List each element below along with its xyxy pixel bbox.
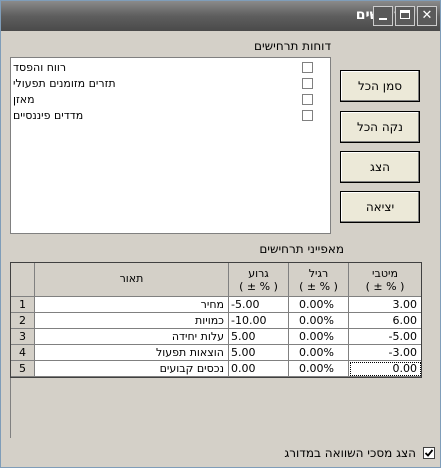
row-number: 3 bbox=[11, 329, 35, 345]
report-item-label: מאזן bbox=[13, 93, 35, 106]
cell-description[interactable]: מחיר bbox=[35, 297, 229, 313]
cell-worst[interactable]: -5.00 bbox=[229, 297, 289, 313]
report-checkbox[interactable] bbox=[302, 110, 313, 121]
scenario-params-grid: תאור גרוע ( ± % ) רגיל ( ± % ) מיטבי ( ±… bbox=[10, 262, 422, 378]
cell-worst[interactable]: 5.00 bbox=[229, 329, 289, 345]
close-button[interactable]: ✕ bbox=[417, 6, 437, 26]
close-icon: ✕ bbox=[421, 8, 433, 23]
cell-description[interactable]: הוצאות תפעול bbox=[35, 345, 229, 361]
cell-best[interactable]: -5.00 bbox=[349, 329, 421, 345]
cell-worst[interactable]: 0.00 bbox=[229, 361, 289, 377]
params-group-title: מאפייני תרחישים bbox=[259, 242, 344, 256]
col-header-worst-label: גרוע bbox=[248, 267, 269, 280]
col-header-worst-unit: ( ± % ) bbox=[239, 280, 278, 293]
compare-label: הצג מסכי השוואה במדורג bbox=[284, 446, 416, 460]
report-item-label: רווח והפסד bbox=[13, 61, 67, 74]
maximize-button[interactable] bbox=[395, 6, 415, 26]
report-item-label: תזרים מזומנים תפעולי bbox=[13, 77, 116, 90]
cell-description[interactable]: כמויות bbox=[35, 313, 229, 329]
minimize-icon bbox=[379, 18, 387, 20]
minimize-button[interactable] bbox=[373, 6, 393, 26]
col-header-normal[interactable]: רגיל ( ± % ) bbox=[289, 263, 349, 297]
exit-button[interactable]: יציאה bbox=[340, 191, 420, 223]
row-number: 5 bbox=[11, 361, 35, 377]
title-bar[interactable]: MP תרחישים ✕ bbox=[1, 1, 440, 31]
compare-checkbox[interactable] bbox=[423, 447, 435, 459]
clear-all-button[interactable]: נקה הכל bbox=[340, 111, 420, 143]
report-item-balance-sheet[interactable]: מאזן bbox=[11, 92, 330, 108]
cell-best[interactable]: 6.00 bbox=[349, 313, 421, 329]
cell-best[interactable]: 3.00 bbox=[349, 297, 421, 313]
row-number: 4 bbox=[11, 345, 35, 361]
row-number: 1 bbox=[11, 297, 35, 313]
cell-description[interactable]: נכסים קבועים bbox=[35, 361, 229, 377]
cell-best[interactable]: 0.00 bbox=[349, 361, 421, 377]
cell-normal[interactable]: 0.00% bbox=[289, 297, 349, 313]
report-checkbox[interactable] bbox=[302, 78, 313, 89]
report-checkbox[interactable] bbox=[302, 62, 313, 73]
report-item-profit-loss[interactable]: רווח והפסד bbox=[11, 60, 330, 76]
cell-worst[interactable]: 5.00 bbox=[229, 345, 289, 361]
checkmark-icon bbox=[424, 449, 434, 457]
cell-best[interactable]: -3.00 bbox=[349, 345, 421, 361]
cell-normal[interactable]: 0.00% bbox=[289, 361, 349, 377]
reports-group-title: דוחות תרחישים bbox=[254, 39, 331, 53]
cell-description[interactable]: עלות יחידה bbox=[35, 329, 229, 345]
reports-list: רווח והפסד תזרים מזומנים תפעולי מאזן מדד… bbox=[10, 57, 331, 234]
col-header-best-label: מיטבי bbox=[372, 267, 398, 280]
show-button[interactable]: הצג bbox=[340, 151, 420, 183]
col-header-best[interactable]: מיטבי ( ± % ) bbox=[349, 263, 421, 297]
grid-corner bbox=[11, 263, 35, 297]
report-checkbox[interactable] bbox=[302, 94, 313, 105]
maximize-icon bbox=[400, 10, 410, 19]
col-header-normal-unit: ( ± % ) bbox=[299, 280, 338, 293]
col-header-worst[interactable]: גרוע ( ± % ) bbox=[229, 263, 289, 297]
report-item-financial-ratios[interactable]: מדדים פיננסיים bbox=[11, 108, 330, 124]
cell-worst[interactable]: -10.00 bbox=[229, 313, 289, 329]
row-number: 2 bbox=[11, 313, 35, 329]
col-header-description[interactable]: תאור bbox=[35, 263, 229, 297]
grid-empty-area bbox=[10, 378, 423, 438]
cell-normal[interactable]: 0.00% bbox=[289, 345, 349, 361]
col-header-normal-label: רגיל bbox=[308, 267, 329, 280]
report-item-label: מדדים פיננסיים bbox=[13, 109, 84, 122]
col-header-best-unit: ( ± % ) bbox=[365, 280, 405, 293]
cell-normal[interactable]: 0.00% bbox=[289, 329, 349, 345]
cell-normal[interactable]: 0.00% bbox=[289, 313, 349, 329]
scenarios-window: MP תרחישים ✕ דוחות תרחישים רווח והפסד תז… bbox=[0, 0, 441, 468]
report-item-cash-flow[interactable]: תזרים מזומנים תפעולי bbox=[11, 76, 330, 92]
select-all-button[interactable]: סמן הכל bbox=[340, 70, 420, 102]
